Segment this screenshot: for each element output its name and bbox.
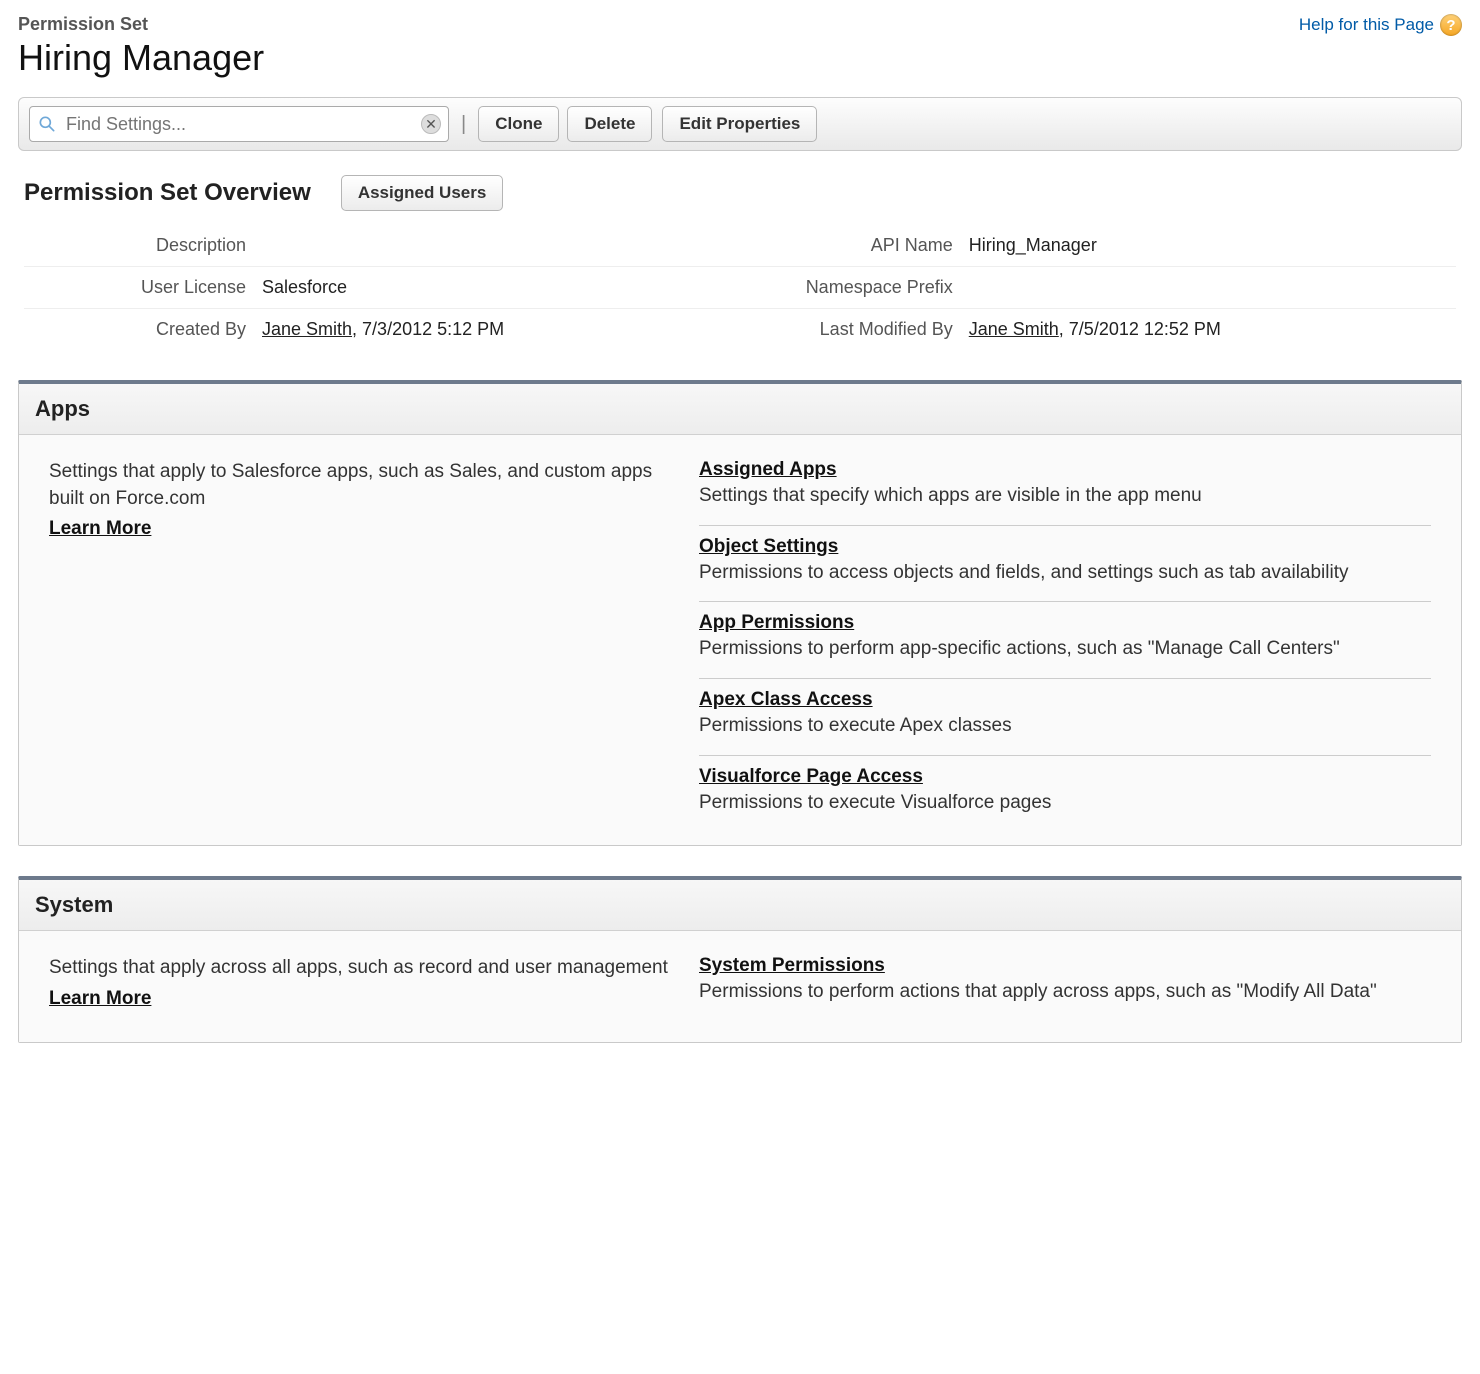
object-settings-link[interactable]: Object Settings xyxy=(699,536,838,557)
created-by-date: , 7/3/2012 5:12 PM xyxy=(352,319,504,339)
api-name-label: API Name xyxy=(731,225,961,267)
clear-search-icon[interactable]: ✕ xyxy=(421,114,441,134)
created-by-value: Jane Smith, 7/3/2012 5:12 PM xyxy=(254,309,731,351)
last-modified-by-value: Jane Smith, 7/5/2012 12:52 PM xyxy=(961,309,1456,351)
overview-detail-table: Description API Name Hiring_Manager User… xyxy=(24,225,1456,350)
visualforce-page-access-desc: Permissions to execute Visualforce pages xyxy=(699,790,1431,816)
namespace-prefix-value xyxy=(961,267,1456,309)
delete-button[interactable]: Delete xyxy=(567,106,652,142)
toolbar-button-group: Clone Delete xyxy=(478,106,652,142)
last-modified-by-label: Last Modified By xyxy=(731,309,961,351)
assigned-apps-link[interactable]: Assigned Apps xyxy=(699,459,837,480)
api-name-value: Hiring_Manager xyxy=(961,225,1456,267)
description-value xyxy=(254,225,731,267)
system-learn-more-link[interactable]: Learn More xyxy=(49,986,669,1013)
search-wrap: ✕ xyxy=(29,106,449,142)
toolbar-divider: | xyxy=(459,113,468,136)
overview-heading: Permission Set Overview xyxy=(24,179,311,207)
help-for-this-page-link[interactable]: Help for this Page ? xyxy=(1299,14,1462,36)
page-pretitle: Permission Set xyxy=(18,14,264,35)
created-by-user-link[interactable]: Jane Smith xyxy=(262,319,352,339)
search-input[interactable] xyxy=(29,106,449,142)
namespace-prefix-label: Namespace Prefix xyxy=(731,267,961,309)
last-modified-by-user-link[interactable]: Jane Smith xyxy=(969,319,1059,339)
system-permissions-link[interactable]: System Permissions xyxy=(699,955,885,976)
help-icon: ? xyxy=(1440,14,1462,36)
created-by-label: Created By xyxy=(24,309,254,351)
apps-block-intro: Settings that apply to Salesforce apps, … xyxy=(49,461,652,509)
apex-class-access-link[interactable]: Apex Class Access xyxy=(699,689,873,710)
edit-properties-button[interactable]: Edit Properties xyxy=(662,106,817,142)
search-icon xyxy=(37,114,57,134)
assigned-users-button[interactable]: Assigned Users xyxy=(341,175,504,211)
page-title: Hiring Manager xyxy=(18,37,264,79)
user-license-label: User License xyxy=(24,267,254,309)
last-modified-by-date: , 7/5/2012 12:52 PM xyxy=(1059,319,1221,339)
apex-class-access-desc: Permissions to execute Apex classes xyxy=(699,713,1431,739)
apps-block-title: Apps xyxy=(19,384,1461,435)
assigned-apps-desc: Settings that specify which apps are vis… xyxy=(699,483,1431,509)
system-block-intro: Settings that apply across all apps, suc… xyxy=(49,957,668,978)
object-settings-desc: Permissions to access objects and fields… xyxy=(699,560,1431,586)
system-permissions-desc: Permissions to perform actions that appl… xyxy=(699,979,1431,1005)
help-link-label: Help for this Page xyxy=(1299,15,1434,35)
clone-button[interactable]: Clone xyxy=(478,106,559,142)
apps-block: Apps Settings that apply to Salesforce a… xyxy=(18,380,1462,846)
apps-learn-more-link[interactable]: Learn More xyxy=(49,516,669,543)
system-block: System Settings that apply across all ap… xyxy=(18,876,1462,1043)
visualforce-page-access-link[interactable]: Visualforce Page Access xyxy=(699,766,923,787)
description-label: Description xyxy=(24,225,254,267)
app-permissions-desc: Permissions to perform app-specific acti… xyxy=(699,636,1431,662)
toolbar: ✕ | Clone Delete Edit Properties xyxy=(18,97,1462,151)
app-permissions-link[interactable]: App Permissions xyxy=(699,612,854,633)
system-block-title: System xyxy=(19,880,1461,931)
overview-section: Permission Set Overview Assigned Users D… xyxy=(18,175,1462,350)
user-license-value: Salesforce xyxy=(254,267,731,309)
